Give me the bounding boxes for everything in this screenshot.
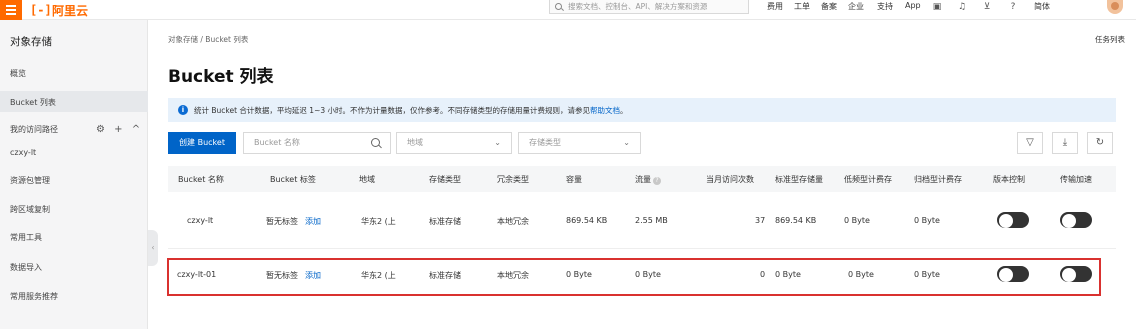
filter-icon[interactable]: ▽: [1017, 132, 1043, 154]
chevron-down-icon: ⌄: [623, 138, 630, 147]
sidebar: 对象存储 概览 Bucket 列表 我的访问路径 ⚙ + ^ czxy-lt 资…: [0, 20, 148, 329]
col-standard-storage: 标准型存储量: [775, 175, 823, 184]
col-traffic-label: 流量: [635, 175, 651, 184]
sidebar-item-tools[interactable]: 常用工具: [10, 232, 42, 243]
sidebar-item-my-paths[interactable]: 我的访问路径: [10, 124, 58, 135]
region-select[interactable]: 地域 ⌄: [396, 132, 512, 154]
sidebar-item-data-import[interactable]: 数据导入: [10, 262, 42, 273]
storage-type-select-label: 存储类型: [529, 138, 561, 147]
notice-banner: i 统计 Bucket 合计数据，平均延迟 1~3 小时。不作为计量数据，仅作参…: [168, 98, 1116, 122]
search-icon: [371, 138, 380, 147]
chevron-down-icon: ⌄: [494, 138, 501, 147]
col-bucket-name: Bucket 名称: [178, 175, 224, 184]
nav-tickets[interactable]: 工单: [794, 1, 810, 12]
add-tag-link[interactable]: 添加: [305, 216, 321, 227]
acceleration-toggle[interactable]: [1060, 212, 1092, 228]
question-icon[interactable]: ?: [653, 177, 661, 185]
download-icon[interactable]: ⤓: [1052, 132, 1078, 154]
col-capacity: 容量: [566, 175, 582, 184]
col-traffic: 流量?: [635, 174, 661, 185]
visits-cell: 37: [755, 216, 766, 225]
traffic-cell: 2.55 MB: [635, 216, 668, 225]
selected-row-outline: [167, 258, 1101, 296]
language-switch[interactable]: 简体: [1034, 1, 1050, 12]
global-search-input[interactable]: 搜索文档、控制台、API、解决方案和资源: [549, 0, 749, 14]
capacity-cell: 869.54 KB: [566, 216, 608, 225]
col-archive-billing: 归档型计费存: [914, 175, 962, 184]
col-redundancy: 冗余类型: [497, 175, 529, 184]
storage-cell: 标准存储: [429, 217, 461, 226]
sidebar-item-czxy-lt[interactable]: czxy-lt: [10, 148, 36, 157]
info-icon: i: [178, 105, 188, 115]
versioning-toggle[interactable]: [997, 212, 1029, 228]
sidebar-item-overview[interactable]: 概览: [10, 68, 26, 79]
nav-support[interactable]: 支持: [877, 1, 893, 12]
nav-fees[interactable]: 费用: [767, 1, 783, 12]
path-actions[interactable]: ⚙ + ^: [96, 124, 143, 135]
sidebar-item-bucket-list[interactable]: Bucket 列表: [10, 97, 56, 108]
sidebar-title: 对象存储: [10, 36, 52, 48]
help-icon[interactable]: ?: [1008, 2, 1018, 12]
col-versioning: 版本控制: [993, 175, 1025, 184]
bucket-name-link[interactable]: czxy-lt: [187, 216, 213, 225]
logo-text[interactable]: 阿里云: [52, 2, 88, 19]
nav-app[interactable]: App: [905, 1, 921, 10]
bell-icon[interactable]: ♫: [957, 2, 967, 12]
cart-icon[interactable]: ⊻: [982, 2, 992, 12]
region-cell: 华东2 (上: [361, 217, 396, 226]
region-select-label: 地域: [407, 138, 423, 147]
notice-text: 统计 Bucket 合计数据，平均延迟 1~3 小时。不作为计量数据，仅作参考。…: [194, 106, 591, 115]
col-bucket-tag: Bucket 标签: [270, 175, 316, 184]
standard-storage-cell: 869.54 KB: [775, 216, 817, 225]
sidebar-item-cross-region[interactable]: 跨区域复制: [10, 204, 50, 215]
bucket-name-search-input[interactable]: Bucket 名称: [243, 132, 391, 154]
search-icon: [555, 3, 562, 10]
row-divider: [168, 248, 1116, 249]
redundancy-cell: 本地冗余: [497, 217, 529, 226]
screen-icon[interactable]: ▣: [932, 2, 942, 12]
nav-filing[interactable]: 备案: [821, 1, 837, 12]
logo-mark[interactable]: [-]: [30, 3, 52, 17]
col-acceleration: 传输加速: [1060, 175, 1092, 184]
top-bar: [-] 阿里云 搜索文档、控制台、API、解决方案和资源 费用 工单 备案 企业…: [0, 0, 1136, 20]
menu-icon[interactable]: [0, 0, 22, 20]
col-storage-type: 存储类型: [429, 175, 461, 184]
refresh-icon[interactable]: ↻: [1087, 132, 1113, 154]
tag-text: 暂无标签: [266, 217, 298, 226]
create-bucket-button[interactable]: 创建 Bucket: [168, 132, 236, 154]
ia-cell: 0 Byte: [844, 216, 870, 225]
sidebar-collapse-handle[interactable]: ‹: [148, 230, 158, 266]
nav-enterprise[interactable]: 企业: [848, 1, 864, 12]
help-doc-link[interactable]: 帮助文档: [590, 106, 620, 115]
archive-cell: 0 Byte: [914, 216, 940, 225]
search-placeholder: 搜索文档、控制台、API、解决方案和资源: [568, 2, 708, 11]
sidebar-item-recommended[interactable]: 常用服务推荐: [10, 291, 58, 302]
sidebar-item-resource-packs[interactable]: 资源包管理: [10, 175, 50, 186]
bucket-name-placeholder: Bucket 名称: [254, 138, 300, 147]
storage-type-select[interactable]: 存储类型 ⌄: [518, 132, 641, 154]
avatar[interactable]: [1107, 0, 1123, 14]
col-monthly-visits: 当月访问次数: [706, 175, 754, 184]
col-region: 地域: [359, 175, 375, 184]
page-title: Bucket 列表: [168, 67, 274, 87]
notice-tail: 。: [620, 106, 628, 115]
task-list-link[interactable]: 任务列表: [1095, 34, 1125, 45]
breadcrumb[interactable]: 对象存储 / Bucket 列表: [168, 34, 248, 45]
col-ia-billing: 低频型计费存: [844, 175, 892, 184]
